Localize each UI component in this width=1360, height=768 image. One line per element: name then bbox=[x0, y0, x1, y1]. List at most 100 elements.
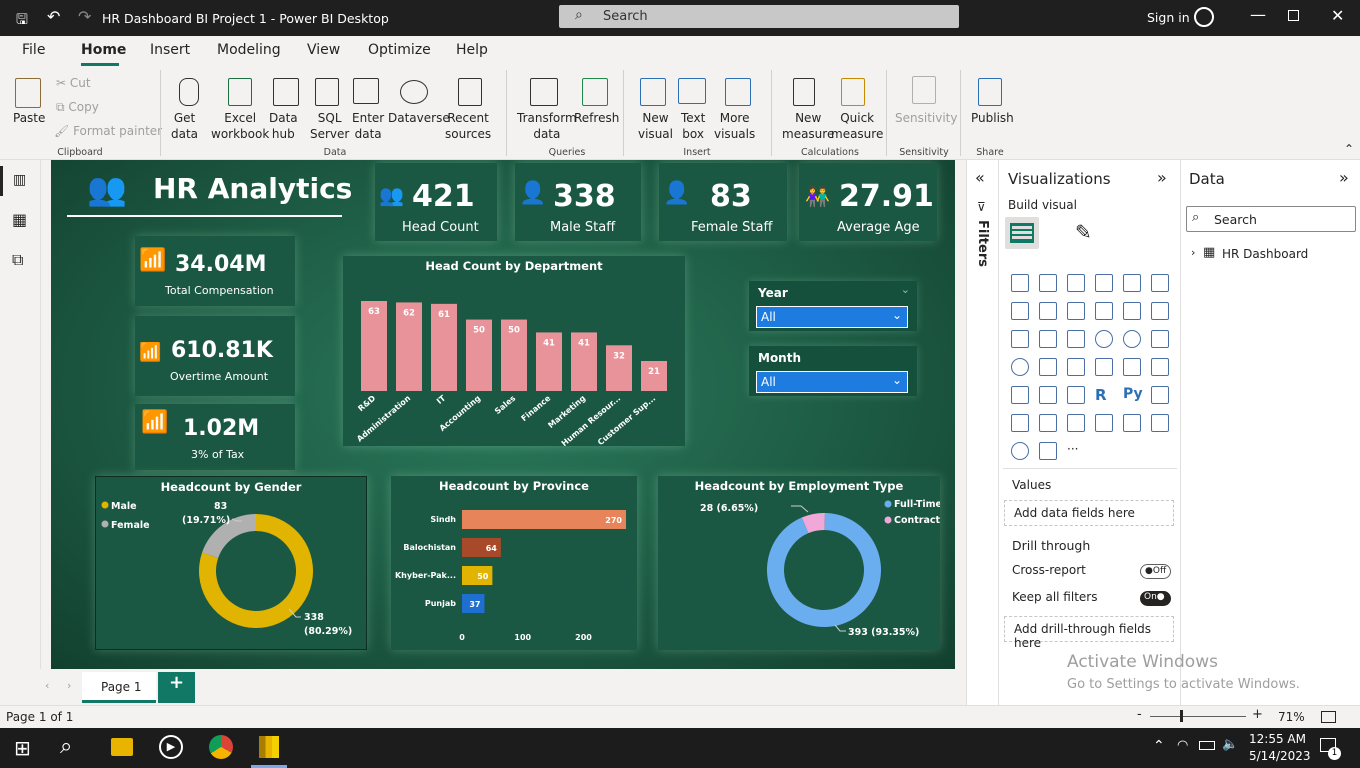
report-canvas[interactable]: 👥 HR Analytics 👥 421 Head Count 👤 338 Ma… bbox=[51, 160, 955, 669]
menu-home[interactable]: Home bbox=[81, 42, 126, 58]
minimize-button[interactable]: — bbox=[1250, 5, 1266, 24]
recent-sources-button[interactable]: Recent sources bbox=[445, 110, 491, 142]
kpi-card-compensation[interactable]: 📶 34.04M Total Compensation bbox=[135, 236, 295, 306]
more-visuals-button[interactable]: More visuals bbox=[714, 110, 755, 142]
restore-button[interactable] bbox=[1288, 10, 1299, 21]
chrome-icon[interactable] bbox=[209, 735, 233, 759]
keep-filters-toggle[interactable]: On● bbox=[1140, 591, 1171, 606]
menu-modeling[interactable]: Modeling bbox=[217, 42, 281, 58]
transform-data-button[interactable]: Transform data bbox=[517, 110, 577, 142]
kpi-card-male[interactable]: 👤 338 Male Staff bbox=[515, 163, 641, 241]
card-icon[interactable] bbox=[1095, 358, 1113, 376]
slicer-icon[interactable] bbox=[1011, 386, 1029, 404]
add-page-button[interactable]: + bbox=[158, 672, 195, 703]
kpi-card-headcount[interactable]: 👥 421 Head Count bbox=[375, 163, 497, 241]
data-hub-button[interactable]: Data hub bbox=[269, 110, 298, 142]
battery-icon[interactable] bbox=[1199, 741, 1215, 750]
power-automate-icon[interactable] bbox=[1039, 442, 1057, 460]
line-clustered-icon[interactable] bbox=[1123, 302, 1141, 320]
file-explorer-icon[interactable] bbox=[111, 738, 133, 756]
area-icon[interactable] bbox=[1039, 302, 1057, 320]
scatter-icon[interactable] bbox=[1067, 330, 1085, 348]
clock-date[interactable]: 5/14/2023 bbox=[1249, 749, 1311, 763]
wifi-icon[interactable]: ◠ bbox=[1177, 738, 1188, 753]
decomposition-tree-icon[interactable] bbox=[1011, 414, 1029, 432]
waterfall-icon[interactable] bbox=[1011, 330, 1029, 348]
qa-icon[interactable] bbox=[1039, 414, 1057, 432]
prev-page-icon[interactable]: ‹ bbox=[45, 679, 49, 692]
line-column-icon[interactable] bbox=[1095, 302, 1113, 320]
stacked-area-icon[interactable] bbox=[1067, 302, 1085, 320]
redo-icon[interactable]: ↷ bbox=[78, 7, 91, 26]
donut-icon[interactable] bbox=[1123, 330, 1141, 348]
chevron-right-icon[interactable]: › bbox=[1191, 246, 1195, 259]
table-icon[interactable] bbox=[1039, 386, 1057, 404]
metrics-icon[interactable] bbox=[1095, 414, 1113, 432]
power-apps-icon[interactable] bbox=[1011, 442, 1029, 460]
volume-icon[interactable]: 🔈 bbox=[1222, 737, 1238, 752]
collapse-icon[interactable]: « bbox=[975, 168, 985, 187]
azure-map-icon[interactable] bbox=[1151, 414, 1169, 432]
refresh-button[interactable]: Refresh bbox=[574, 110, 619, 126]
stacked-column-icon[interactable] bbox=[1039, 274, 1057, 292]
account-icon[interactable] bbox=[1194, 7, 1214, 27]
search-box[interactable]: ⌕ Search bbox=[559, 5, 959, 28]
save-icon[interactable]: 🖫 bbox=[16, 9, 28, 33]
map-icon[interactable] bbox=[1011, 358, 1029, 376]
100-column-icon[interactable] bbox=[1151, 274, 1169, 292]
sql-server-button[interactable]: SQL Server bbox=[310, 110, 349, 142]
kpi-card-tax[interactable]: 📶 1.02M 3% of Tax bbox=[135, 404, 295, 470]
table-view-icon[interactable]: ▦ bbox=[12, 210, 27, 229]
text-box-button[interactable]: Text box bbox=[681, 110, 705, 142]
values-well[interactable]: Add data fields here bbox=[1004, 500, 1174, 526]
new-visual-button[interactable]: New visual bbox=[638, 110, 673, 142]
paste-button[interactable]: Paste bbox=[13, 110, 45, 126]
table-hr-dashboard[interactable]: HR Dashboard bbox=[1222, 247, 1308, 261]
ribbon-icon[interactable] bbox=[1151, 302, 1169, 320]
gauge-icon[interactable] bbox=[1067, 358, 1085, 376]
dept-chart[interactable]: Head Count by Department 63 R&D 62 Administ… bbox=[343, 256, 685, 446]
menu-file[interactable]: File bbox=[22, 42, 45, 58]
filled-map-icon[interactable] bbox=[1039, 358, 1057, 376]
media-player-icon[interactable]: ▶ bbox=[159, 735, 183, 759]
collapse-ribbon-icon[interactable]: ⌃ bbox=[1344, 142, 1354, 156]
close-button[interactable]: ✕ bbox=[1331, 6, 1344, 25]
search-icon[interactable]: ⌕ bbox=[60, 734, 72, 759]
pie-icon[interactable] bbox=[1095, 330, 1113, 348]
fit-page-icon[interactable] bbox=[1321, 711, 1336, 723]
model-view-icon[interactable]: ⧉ bbox=[12, 250, 23, 270]
next-page-icon[interactable]: › bbox=[67, 679, 71, 692]
dataverse-button[interactable]: Dataverse bbox=[388, 110, 450, 126]
multi-row-card-icon[interactable] bbox=[1123, 358, 1141, 376]
expand-icon[interactable]: » bbox=[1339, 168, 1349, 187]
filters-pane[interactable]: « ⊽ Filters bbox=[966, 160, 998, 705]
year-dropdown[interactable]: All ⌄ bbox=[756, 306, 908, 328]
copy-button[interactable]: ⧉ Copy bbox=[56, 99, 99, 115]
menu-insert[interactable]: Insert bbox=[150, 42, 190, 58]
data-search-input[interactable]: ⌕ Search bbox=[1186, 206, 1356, 232]
zoom-slider-thumb[interactable] bbox=[1180, 710, 1183, 722]
cut-button[interactable]: ✂ Cut bbox=[56, 75, 91, 91]
python-visual-icon[interactable]: Py bbox=[1123, 386, 1143, 404]
line-icon[interactable] bbox=[1011, 302, 1029, 320]
filters-label[interactable]: Filters bbox=[975, 220, 990, 267]
kpi-card-age[interactable]: 👫 27.91 Average Age bbox=[799, 163, 937, 241]
more-icon[interactable]: ··· bbox=[1067, 442, 1085, 460]
zoom-slider[interactable] bbox=[1150, 716, 1246, 717]
power-bi-icon[interactable] bbox=[259, 736, 279, 758]
get-data-button[interactable]: Get data bbox=[171, 110, 198, 142]
build-visual-tab[interactable] bbox=[1005, 217, 1039, 249]
employment-chart[interactable]: Headcount by Employment Type Full-Time Co… bbox=[658, 476, 940, 650]
enter-data-button[interactable]: Enter data bbox=[352, 110, 384, 142]
chevron-up-icon[interactable]: ⌃ bbox=[1153, 738, 1165, 754]
clustered-column-icon[interactable] bbox=[1095, 274, 1113, 292]
stacked-bar-icon[interactable] bbox=[1011, 274, 1029, 292]
province-chart[interactable]: Headcount by Province Sindh 270 Balochista… bbox=[391, 476, 637, 650]
expand-icon[interactable]: » bbox=[1157, 168, 1167, 187]
paginated-icon[interactable] bbox=[1123, 414, 1141, 432]
clustered-bar-icon[interactable] bbox=[1067, 274, 1085, 292]
month-dropdown[interactable]: All ⌄ bbox=[756, 371, 908, 393]
new-measure-button[interactable]: New measure bbox=[782, 110, 834, 142]
cross-report-toggle[interactable]: ●Off bbox=[1140, 564, 1171, 579]
sign-in-link[interactable]: Sign in bbox=[1147, 10, 1190, 25]
